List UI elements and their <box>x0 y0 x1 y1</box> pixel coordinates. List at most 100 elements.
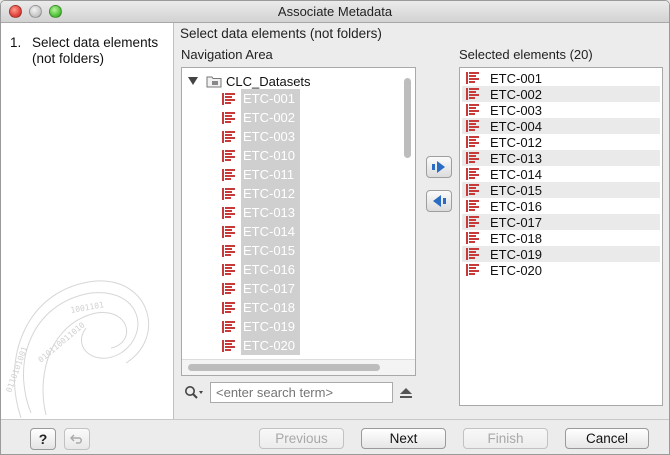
selected-list-item[interactable]: ETC-003 <box>462 102 660 118</box>
selected-item-label: ETC-012 <box>490 134 543 150</box>
tree-item[interactable]: ETC-010 <box>222 146 300 165</box>
tree-item-label: ETC-013 <box>241 203 300 222</box>
next-button[interactable]: Next <box>361 428 446 449</box>
sequence-list-icon <box>466 72 479 84</box>
sequence-list-icon <box>466 184 479 196</box>
selected-item-label: ETC-002 <box>490 86 543 102</box>
sequence-list-icon <box>466 168 479 180</box>
step-number: 1. <box>10 35 22 50</box>
search-icon[interactable] <box>184 384 206 402</box>
selected-item-label: ETC-014 <box>490 166 543 182</box>
tree-item[interactable]: ETC-017 <box>222 279 300 298</box>
sequence-list-icon <box>466 104 479 116</box>
selected-list-item[interactable]: ETC-002 <box>462 86 660 102</box>
tree-item[interactable]: ETC-002 <box>222 108 300 127</box>
sequence-list-icon <box>466 248 479 260</box>
tree-item-label: ETC-001 <box>241 89 300 108</box>
search-input[interactable] <box>210 382 393 403</box>
selected-list-item[interactable]: ETC-020 <box>462 262 660 278</box>
tree-item-label: ETC-011 <box>241 165 300 184</box>
tree-item[interactable]: ETC-011 <box>222 165 300 184</box>
database-folder-icon <box>206 76 222 87</box>
finish-button[interactable]: Finish <box>463 428 548 449</box>
tree-item-label: ETC-012 <box>241 184 300 203</box>
sequence-list-icon <box>466 216 479 228</box>
step-label: Select data elements (not folders) <box>32 35 159 66</box>
tree-item-label: ETC-019 <box>241 317 300 336</box>
svg-text:010110011010: 010110011010 <box>37 320 87 364</box>
reset-button[interactable] <box>64 428 90 450</box>
tree-item[interactable]: ETC-014 <box>222 222 300 241</box>
cancel-button[interactable]: Cancel <box>565 428 649 449</box>
sequence-list-icon <box>222 339 235 352</box>
selected-item-label: ETC-001 <box>490 70 543 86</box>
tree-item[interactable]: ETC-016 <box>222 260 300 279</box>
selected-item-label: ETC-003 <box>490 102 543 118</box>
selected-item-label: ETC-016 <box>490 198 543 214</box>
selected-list-item[interactable]: ETC-004 <box>462 118 660 134</box>
eject-icon[interactable] <box>399 387 413 399</box>
navigation-tree[interactable]: CLC_Datasets ETC-001 ETC-002 ETC-003 ETC-01… <box>181 67 416 376</box>
tree-item[interactable]: ETC-003 <box>222 127 300 146</box>
tree-item[interactable]: ETC-020 <box>222 336 300 355</box>
selected-item-label: ETC-015 <box>490 182 543 198</box>
title-bar: Associate Metadata <box>1 1 669 23</box>
selected-item-label: ETC-013 <box>490 150 543 166</box>
tree-item[interactable]: ETC-013 <box>222 203 300 222</box>
sequence-list-icon <box>222 168 235 181</box>
selected-list-item[interactable]: ETC-019 <box>462 246 660 262</box>
selected-list-item[interactable]: ETC-016 <box>462 198 660 214</box>
tree-item[interactable]: ETC-018 <box>222 298 300 317</box>
selected-item-label: ETC-004 <box>490 118 543 134</box>
tree-root-clc-datasets[interactable]: CLC_Datasets <box>188 73 311 89</box>
tree-item-label: ETC-018 <box>241 298 300 317</box>
tree-item-label: ETC-017 <box>241 279 300 298</box>
tree-item[interactable]: ETC-012 <box>222 184 300 203</box>
sequence-list-icon <box>222 320 235 333</box>
sequence-list-icon <box>466 136 479 148</box>
tree-item-label: ETC-015 <box>241 241 300 260</box>
selected-elements-label: Selected elements (20) <box>459 47 593 62</box>
selected-list-item[interactable]: ETC-015 <box>462 182 660 198</box>
sequence-list-icon <box>466 152 479 164</box>
selected-list-item[interactable]: ETC-018 <box>462 230 660 246</box>
right-arrow-icon <box>432 161 445 173</box>
selected-list-item[interactable]: ETC-017 <box>462 214 660 230</box>
sequence-list-icon <box>222 130 235 143</box>
tree-item[interactable]: ETC-015 <box>222 241 300 260</box>
left-arrow-icon <box>433 195 446 207</box>
sequence-list-icon <box>466 264 479 276</box>
sequence-list-icon <box>222 187 235 200</box>
sequence-list-icon <box>222 263 235 276</box>
selected-list-item[interactable]: ETC-013 <box>462 150 660 166</box>
selected-item-label: ETC-019 <box>490 246 543 262</box>
tree-item-label: ETC-014 <box>241 222 300 241</box>
tree-root-label: CLC_Datasets <box>226 73 311 89</box>
selected-elements-list[interactable]: ETC-001 ETC-002 ETC-003 ETC-004 ETC-012 ETC-0… <box>459 67 663 406</box>
sequence-list-icon <box>466 88 479 100</box>
vertical-scrollbar[interactable] <box>404 78 411 158</box>
help-button[interactable]: ? <box>30 428 56 450</box>
tree-item[interactable]: ETC-001 <box>222 89 300 108</box>
step-1: 1. Select data elements (not folders) <box>10 35 170 67</box>
remove-from-selection-button[interactable] <box>426 190 452 212</box>
sequence-list-icon <box>222 149 235 162</box>
tree-item-label: ETC-020 <box>241 336 300 355</box>
horizontal-scrollbar[interactable] <box>188 364 380 371</box>
selected-item-label: ETC-020 <box>490 262 543 278</box>
selected-list-item[interactable]: ETC-001 <box>462 70 660 86</box>
tree-item-label: ETC-016 <box>241 260 300 279</box>
window-title: Associate Metadata <box>277 4 393 19</box>
selected-list-item[interactable]: ETC-012 <box>462 134 660 150</box>
tree-item[interactable]: ETC-019 <box>222 317 300 336</box>
add-to-selection-button[interactable] <box>426 156 452 178</box>
previous-button[interactable]: Previous <box>259 428 344 449</box>
selected-item-label: ETC-018 <box>490 230 543 246</box>
navigation-area-label: Navigation Area <box>181 47 273 62</box>
selected-item-label: ETC-017 <box>490 214 543 230</box>
sequence-list-icon <box>466 120 479 132</box>
sequence-list-icon <box>222 111 235 124</box>
clc-swirl-watermark-icon: 0110101001 010110011010 1001101 <box>4 280 150 419</box>
selected-list-item[interactable]: ETC-014 <box>462 166 660 182</box>
expand-triangle-icon[interactable] <box>188 77 198 85</box>
